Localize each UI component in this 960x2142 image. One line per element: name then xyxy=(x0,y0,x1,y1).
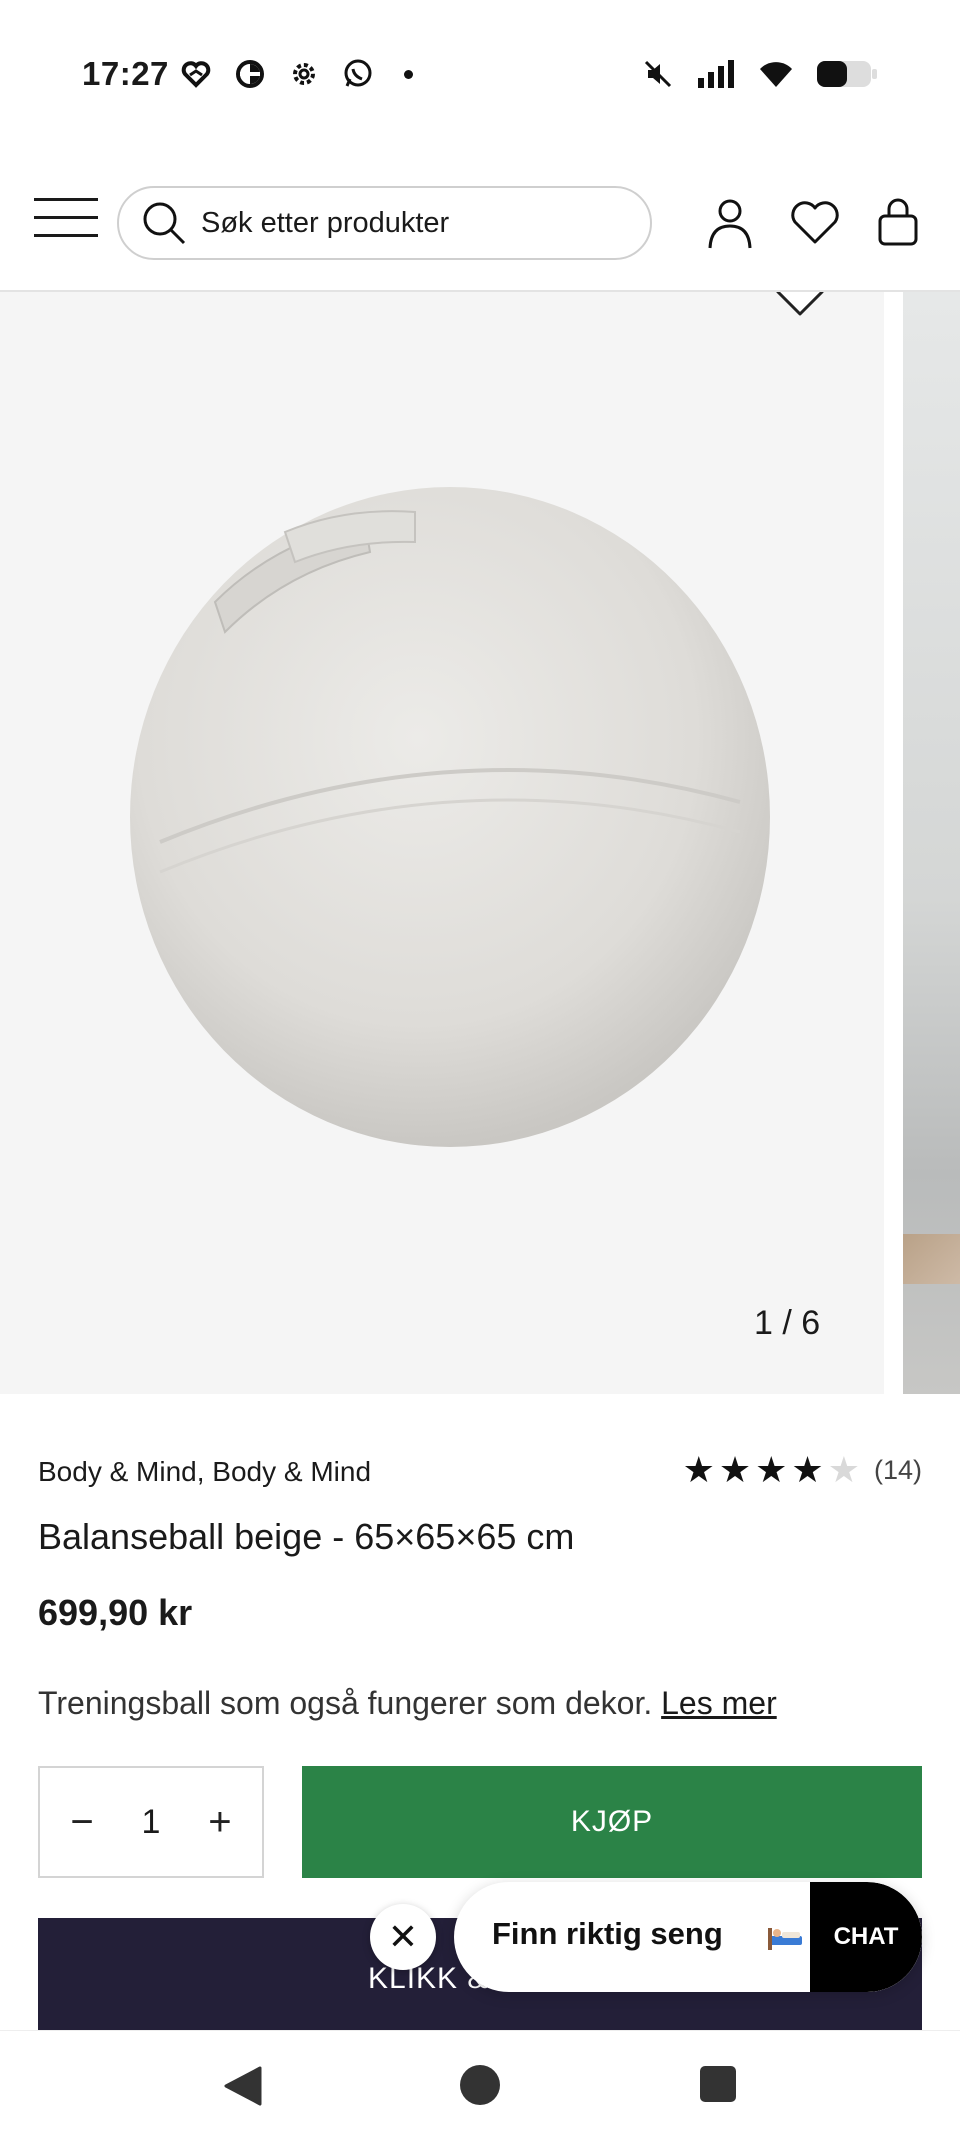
gallery-slide-next[interactable] xyxy=(903,292,960,1394)
settings-icon xyxy=(293,63,315,85)
product-rating[interactable]: ★ ★ ★ ★ ★ (14) xyxy=(683,1452,922,1488)
chat-widget[interactable]: Finn riktig seng CHAT xyxy=(454,1882,922,1992)
status-time: 17:27 xyxy=(82,55,169,92)
product-image-balance-ball xyxy=(130,487,770,1147)
status-bar: 17:27 xyxy=(0,0,960,150)
chat-message[interactable]: Finn riktig seng xyxy=(492,1916,723,1952)
heart-app-icon xyxy=(181,61,211,88)
status-right-icons xyxy=(642,58,878,90)
description-text: Treningsball som også fungerer som dekor… xyxy=(38,1685,653,1721)
mute-icon xyxy=(644,60,672,88)
cart-icon[interactable] xyxy=(871,196,925,250)
wifi-icon xyxy=(760,62,792,87)
home-icon[interactable] xyxy=(460,2065,500,2105)
quantity-decrease-button[interactable]: − xyxy=(62,1802,102,1842)
product-title: Balanseball beige - 65×65×65 cm xyxy=(38,1516,575,1557)
battery-icon xyxy=(817,61,877,87)
menu-button[interactable] xyxy=(34,198,98,246)
signal-icon xyxy=(698,60,734,88)
search-placeholder: Søk etter produkter xyxy=(201,206,450,239)
rating-count: (14) xyxy=(873,1454,922,1485)
whatsapp-icon xyxy=(344,59,372,87)
buy-button[interactable]: KJØP xyxy=(302,1766,922,1878)
star-icon: ★ xyxy=(718,1449,752,1490)
gallery-counter: 1 / 6 xyxy=(754,1304,821,1342)
product-price: 699,90 kr xyxy=(38,1592,193,1633)
search-input[interactable]: Søk etter produkter xyxy=(117,186,652,260)
bed-icon xyxy=(768,1928,802,1950)
notification-dot-icon xyxy=(404,69,413,79)
half-circle-app-icon xyxy=(236,60,264,88)
system-nav-bar xyxy=(0,2030,960,2142)
site-header: Søk etter produkter xyxy=(0,168,960,292)
quantity-increase-button[interactable]: + xyxy=(200,1802,240,1842)
quantity-value[interactable]: 1 xyxy=(142,1803,161,1842)
product-brand[interactable]: Body & Mind, Body & Mind xyxy=(38,1456,371,1488)
menu-icon xyxy=(34,198,98,201)
read-more-link[interactable]: Les mer xyxy=(661,1685,777,1721)
star-empty-icon: ★ xyxy=(827,1449,860,1490)
product-description: Treningsball som også fungerer som dekor… xyxy=(38,1685,777,1722)
star-icon: ★ xyxy=(682,1449,715,1490)
chat-button[interactable]: CHAT xyxy=(810,1882,922,1992)
favorite-icon[interactable] xyxy=(770,292,830,320)
gallery-slide-main[interactable]: 1 / 6 xyxy=(0,292,884,1394)
product-gallery[interactable]: 1 / 6 xyxy=(0,292,960,1394)
account-icon[interactable] xyxy=(703,196,757,250)
wishlist-icon[interactable] xyxy=(788,196,842,250)
search-icon xyxy=(143,202,186,245)
status-left-icons xyxy=(180,58,413,90)
star-icon: ★ xyxy=(755,1449,788,1490)
recent-apps-icon[interactable] xyxy=(700,2066,736,2102)
chat-close-button[interactable]: ✕ xyxy=(370,1904,436,1970)
quantity-stepper: − 1 + xyxy=(38,1766,264,1878)
back-icon[interactable] xyxy=(222,2065,262,2107)
star-icon: ★ xyxy=(791,1449,824,1490)
